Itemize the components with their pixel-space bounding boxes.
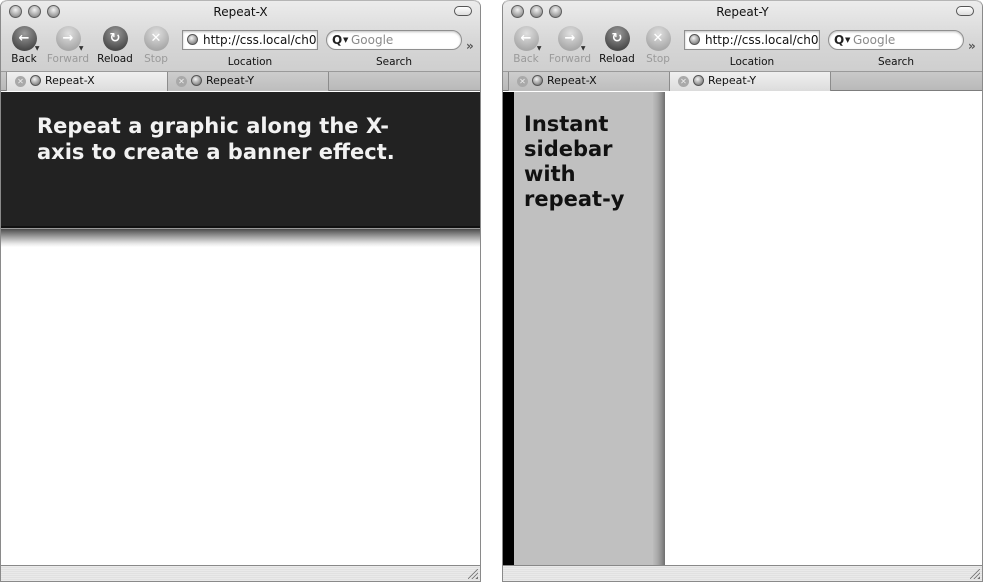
banner-shadow-gradient bbox=[1, 229, 480, 247]
tab-label: Repeat-Y bbox=[708, 74, 757, 87]
forward-button[interactable]: → ▼ Forward bbox=[46, 26, 90, 65]
back-label: Back bbox=[11, 53, 37, 65]
site-globe-icon bbox=[532, 74, 543, 86]
site-globe-icon bbox=[30, 74, 41, 86]
page-content: Repeat a graphic along the X-axis to cre… bbox=[1, 92, 480, 565]
status-bar bbox=[1, 565, 480, 581]
arrow-left-icon: ← ▼ bbox=[513, 26, 542, 52]
search-placeholder: Google bbox=[351, 33, 394, 47]
tab-bar: ✕ Repeat-X ✕ Repeat-Y bbox=[503, 71, 982, 91]
status-bar bbox=[503, 565, 982, 581]
location-label: Location bbox=[729, 56, 775, 68]
browser-window-repeat-x: Repeat-X ← ▼ Back → ▼ Forward ↻ Reload ✕ S… bbox=[0, 0, 481, 582]
tab-repeat-y[interactable]: ✕ Repeat-Y bbox=[168, 72, 329, 91]
search-menu-caret-icon[interactable]: ▼ bbox=[343, 31, 348, 49]
search-label: Search bbox=[375, 56, 413, 68]
site-globe-icon bbox=[693, 74, 704, 86]
tab-label: Repeat-X bbox=[45, 74, 95, 87]
tab-repeat-x[interactable]: ✕ Repeat-X bbox=[508, 72, 670, 91]
resize-grip-icon[interactable] bbox=[468, 569, 478, 579]
arrow-right-icon: → ▼ bbox=[55, 26, 84, 52]
tab-repeat-y[interactable]: ✕ Repeat-Y bbox=[670, 72, 831, 91]
address-value: http://css.local/ch08 bbox=[203, 33, 318, 47]
search-menu-caret-icon[interactable]: ▼ bbox=[845, 31, 850, 49]
caret-down-icon: ▼ bbox=[580, 45, 586, 52]
tab-repeat-x[interactable]: ✕ Repeat-X bbox=[6, 72, 168, 91]
address-value: http://css.local/ch08 bbox=[705, 33, 820, 47]
tab-label: Repeat-X bbox=[547, 74, 597, 87]
stop-x-icon: ✕ bbox=[143, 26, 169, 51]
address-field[interactable]: http://css.local/ch08 bbox=[182, 30, 318, 50]
window-title: Repeat-X bbox=[213, 5, 268, 19]
window-title: Repeat-Y bbox=[716, 5, 769, 19]
reload-icon: ↻ bbox=[102, 26, 128, 51]
reload-label: Reload bbox=[599, 53, 635, 65]
search-icon[interactable]: Q bbox=[834, 31, 844, 49]
stop-x-icon: ✕ bbox=[645, 26, 671, 51]
address-field[interactable]: http://css.local/ch08 bbox=[684, 30, 820, 50]
toolbar-toggle-button[interactable] bbox=[454, 6, 472, 16]
stop-button[interactable]: ✕ Stop bbox=[636, 26, 680, 65]
reload-button[interactable]: ↻ Reload bbox=[93, 26, 137, 65]
banner: Repeat a graphic along the X-axis to cre… bbox=[1, 92, 480, 228]
title-bar[interactable]: Repeat-X bbox=[1, 1, 480, 23]
search-label: Search bbox=[877, 56, 915, 68]
sidebar-heading: Instant sidebar with repeat-y bbox=[524, 112, 625, 211]
search-placeholder: Google bbox=[853, 33, 896, 47]
reload-icon: ↻ bbox=[604, 26, 630, 51]
forward-button[interactable]: → ▼ Forward bbox=[548, 26, 592, 65]
toolbar-overflow-icon[interactable]: » bbox=[466, 39, 474, 53]
stop-label: Stop bbox=[646, 53, 670, 65]
location-label: Location bbox=[227, 56, 273, 68]
banner-heading: Repeat a graphic along the X-axis to cre… bbox=[37, 114, 395, 164]
site-globe-icon bbox=[191, 74, 202, 86]
stop-label: Stop bbox=[144, 53, 168, 65]
tab-close-icon[interactable]: ✕ bbox=[176, 75, 187, 87]
search-field[interactable]: Q ▼ Google bbox=[326, 30, 462, 50]
browser-chrome: Repeat-X ← ▼ Back → ▼ Forward ↻ Reload ✕ S… bbox=[1, 0, 480, 71]
search-icon[interactable]: Q bbox=[332, 31, 342, 49]
reload-button[interactable]: ↻ Reload bbox=[595, 26, 639, 65]
caret-down-icon: ▼ bbox=[536, 45, 542, 52]
reload-label: Reload bbox=[97, 53, 133, 65]
tab-label: Repeat-Y bbox=[206, 74, 255, 87]
arrow-right-icon: → ▼ bbox=[557, 26, 586, 52]
tab-close-icon[interactable]: ✕ bbox=[15, 75, 26, 87]
forward-label: Forward bbox=[46, 53, 90, 65]
title-bar[interactable]: Repeat-Y bbox=[503, 1, 982, 23]
page-content: Instant sidebar with repeat-y bbox=[503, 92, 982, 565]
back-label: Back bbox=[513, 53, 539, 65]
tab-close-icon[interactable]: ✕ bbox=[517, 75, 528, 87]
forward-label: Forward bbox=[548, 53, 592, 65]
search-field[interactable]: Q ▼ Google bbox=[828, 30, 964, 50]
sidebar-shadow-gradient bbox=[653, 92, 665, 565]
resize-grip-icon[interactable] bbox=[970, 569, 980, 579]
browser-window-repeat-y: Repeat-Y ← ▼ Back → ▼ Forward ↻ Reload ✕ S… bbox=[502, 0, 983, 582]
browser-chrome: Repeat-Y ← ▼ Back → ▼ Forward ↻ Reload ✕ S… bbox=[503, 0, 982, 71]
tab-bar: ✕ Repeat-X ✕ Repeat-Y bbox=[1, 71, 480, 91]
toolbar-overflow-icon[interactable]: » bbox=[968, 39, 976, 53]
caret-down-icon: ▼ bbox=[78, 45, 84, 52]
tab-close-icon[interactable]: ✕ bbox=[678, 75, 689, 87]
sidebar-stripe bbox=[503, 92, 514, 565]
arrow-left-icon: ← ▼ bbox=[11, 26, 40, 52]
stop-button[interactable]: ✕ Stop bbox=[134, 26, 178, 65]
site-globe-icon bbox=[187, 34, 198, 45]
back-button[interactable]: ← ▼ Back bbox=[2, 26, 46, 65]
back-button[interactable]: ← ▼ Back bbox=[504, 26, 548, 65]
site-globe-icon bbox=[689, 34, 700, 45]
caret-down-icon: ▼ bbox=[34, 45, 40, 52]
toolbar-toggle-button[interactable] bbox=[956, 6, 974, 16]
